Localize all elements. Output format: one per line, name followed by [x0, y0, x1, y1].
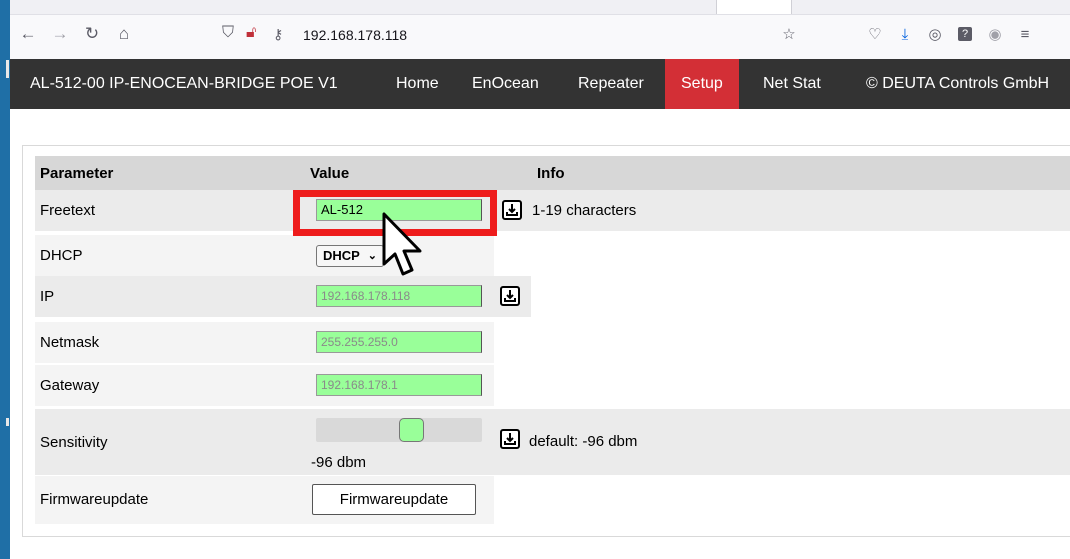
forward-icon[interactable]: →	[48, 22, 72, 46]
help-icon[interactable]: ?	[954, 23, 976, 45]
save-sensitivity-icon[interactable]	[500, 429, 520, 449]
firmwareupdate-button[interactable]: Firmwareupdate	[312, 484, 476, 515]
browser-tab[interactable]	[716, 0, 792, 14]
top-navbar: AL-512-00 IP-ENOCEAN-BRIDGE POE V1 Home …	[10, 59, 1070, 109]
key-icon[interactable]: ⚷	[273, 26, 283, 43]
edge-mark	[6, 418, 9, 426]
settings-panel: Parameter Value Info Freetext AL-512 1-1…	[22, 145, 1070, 537]
account-icon[interactable]: ◉	[984, 23, 1006, 45]
firmware-label: Firmwareupdate	[40, 491, 149, 508]
header-value: Value	[310, 165, 350, 182]
header-info: Info	[537, 165, 565, 182]
url-bar[interactable]: ⛉ 🔓︎ ⚷ 192.168.178.118	[216, 22, 796, 48]
nav-home[interactable]: Home	[380, 59, 455, 109]
freetext-info: 1-19 characters	[532, 202, 637, 219]
row-gateway: Gateway 192.168.178.1	[35, 365, 494, 406]
gateway-label: Gateway	[40, 377, 100, 394]
home-icon[interactable]: ⌂	[112, 22, 136, 46]
dhcp-select[interactable]: DHCP ⌄	[316, 245, 384, 267]
bookmark-star-icon[interactable]: ☆	[778, 23, 800, 45]
nav-setup[interactable]: Setup	[665, 59, 739, 109]
dhcp-select-value: DHCP	[323, 248, 360, 263]
nav-enocean[interactable]: EnOcean	[456, 59, 555, 109]
brand-title: AL-512-00 IP-ENOCEAN-BRIDGE POE V1	[30, 75, 338, 92]
row-ip: IP 192.168.178.118	[35, 276, 531, 317]
tab-strip	[10, 0, 1070, 15]
nav-copyright[interactable]: © DEUTA Controls GmbH	[850, 59, 1065, 109]
row-sensitivity: Sensitivity -96 dbm default: -96 dbm	[35, 409, 1070, 475]
netmask-input[interactable]: 255.255.255.0	[316, 331, 482, 353]
chevron-down-icon: ⌄	[367, 250, 377, 262]
sensitivity-slider[interactable]	[316, 418, 482, 442]
freetext-input[interactable]: AL-512	[316, 199, 482, 221]
save-ip-icon[interactable]	[500, 286, 520, 306]
gateway-input[interactable]: 192.168.178.1	[316, 374, 482, 396]
sensitivity-label: Sensitivity	[40, 434, 108, 451]
netmask-label: Netmask	[40, 334, 100, 351]
edge-mark	[6, 60, 9, 78]
header-parameter: Parameter	[40, 165, 114, 182]
download-icon[interactable]: ⤓	[894, 23, 916, 45]
desktop-edge	[0, 0, 10, 559]
back-icon[interactable]: ←	[16, 22, 40, 46]
table-header: Parameter Value Info	[35, 156, 1070, 190]
ip-input[interactable]: 192.168.178.118	[316, 285, 482, 307]
nav-repeater[interactable]: Repeater	[562, 59, 660, 109]
freetext-label: Freetext	[40, 202, 96, 219]
extension-icon[interactable]: ◎	[924, 23, 946, 45]
nav-netstat[interactable]: Net Stat	[747, 59, 837, 109]
menu-icon[interactable]: ≡	[1014, 23, 1036, 45]
sensitivity-info: default: -96 dbm	[529, 433, 638, 450]
pocket-icon[interactable]: ♡	[864, 23, 886, 45]
row-dhcp: DHCP DHCP ⌄	[35, 235, 494, 276]
row-firmware: Firmwareupdate Firmwareupdate	[35, 476, 494, 524]
shield-icon[interactable]: ⛉	[222, 24, 234, 42]
dhcp-label: DHCP	[40, 247, 83, 264]
save-freetext-icon[interactable]	[502, 200, 522, 220]
lock-broken-icon[interactable]: 🔓︎	[246, 24, 256, 42]
slider-thumb[interactable]	[399, 418, 424, 442]
ip-label: IP	[40, 288, 55, 305]
browser-toolbar: ← → ↻ ⌂ ⛉ 🔓︎ ⚷ 192.168.178.118 ☆ ♡ ⤓ ◎ ?…	[10, 0, 1070, 59]
reload-icon[interactable]: ↻	[80, 22, 104, 46]
url-text[interactable]: 192.168.178.118	[303, 27, 407, 43]
sensitivity-value: -96 dbm	[311, 454, 367, 471]
row-freetext: Freetext AL-512 1-19 characters	[35, 190, 1070, 231]
row-netmask: Netmask 255.255.255.0	[35, 322, 494, 363]
